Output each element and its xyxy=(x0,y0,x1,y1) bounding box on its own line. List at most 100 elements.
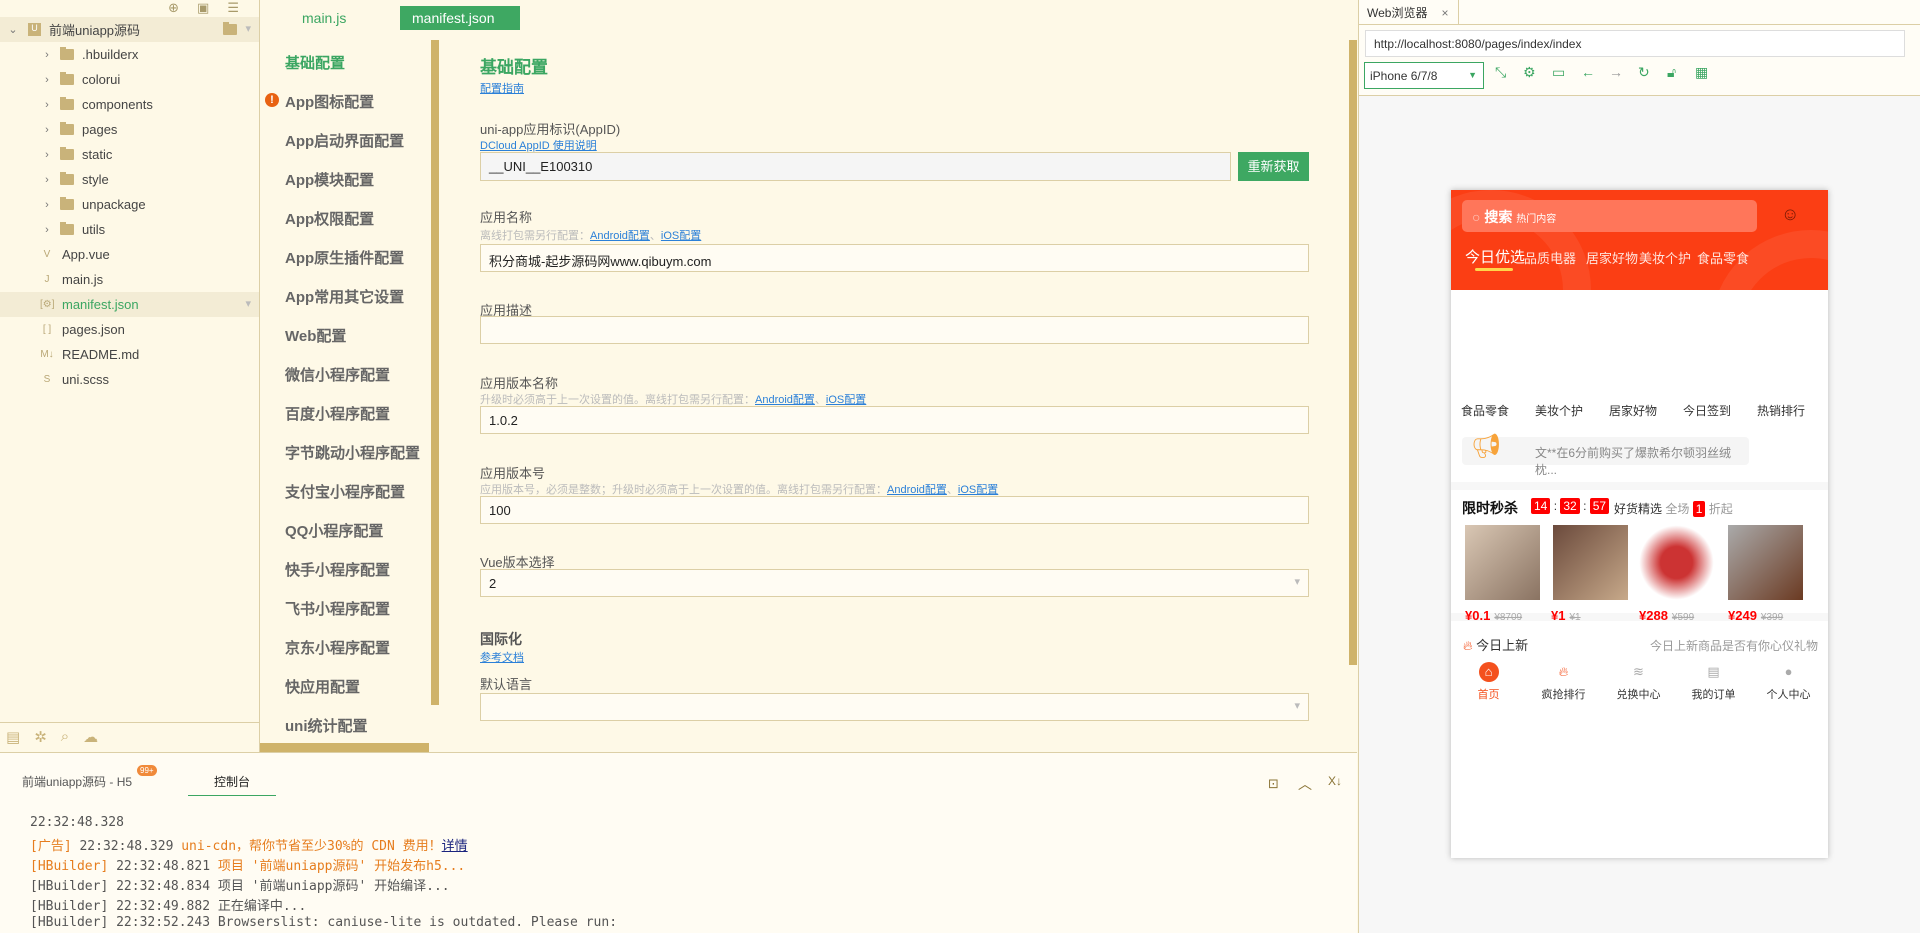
tree-item[interactable]: › unpackage xyxy=(0,192,259,217)
i18n-doc-link[interactable]: 参考文档 xyxy=(480,649,524,665)
tabbar-item[interactable]: ≋ 兑换中心 xyxy=(1601,662,1676,702)
tree-item[interactable]: › style xyxy=(0,167,259,192)
details-link[interactable]: 详情 xyxy=(442,839,468,854)
qrcode-icon[interactable]: ▦ xyxy=(1695,64,1708,81)
nav-scrollbar[interactable] xyxy=(431,40,439,705)
config-guide-link[interactable]: 配置指南 xyxy=(480,80,524,96)
chevron-up-icon[interactable]: ︿ xyxy=(1298,774,1312,794)
tree-item[interactable]: › colorui xyxy=(0,67,259,92)
product-image[interactable] xyxy=(1465,525,1540,600)
refresh-icon[interactable]: ↻ xyxy=(1638,64,1650,81)
tree-item[interactable]: › static xyxy=(0,142,259,167)
vue-version-select[interactable]: 2 xyxy=(480,569,1309,597)
search-bar[interactable]: ○ 搜索 热门内容 xyxy=(1462,200,1757,232)
android-config-link[interactable]: Android配置 xyxy=(755,394,815,406)
url-input[interactable]: http://localhost:8080/pages/index/index xyxy=(1365,30,1905,57)
config-nav-item[interactable]: 快应用配置 xyxy=(285,676,360,697)
product-image[interactable] xyxy=(1728,525,1803,600)
product-image[interactable] xyxy=(1639,525,1714,600)
good-picks[interactable]: 好货精选 全场 1 折起 xyxy=(1614,500,1733,517)
version-code-input[interactable]: 100 xyxy=(480,496,1309,524)
tree-item[interactable]: › .hbuilderx xyxy=(0,42,259,67)
config-nav-item[interactable]: 基础配置 xyxy=(285,52,345,73)
tree-item[interactable]: [ ] pages.json xyxy=(0,317,259,342)
category-item[interactable]: 今日签到 xyxy=(1683,402,1731,419)
config-nav-item[interactable]: Web配置 xyxy=(285,325,346,346)
tab-main-js[interactable]: main.js xyxy=(290,6,358,30)
tab-web-browser[interactable]: Web浏览器 × xyxy=(1359,0,1459,24)
phone-top-tab[interactable]: 食品零食 xyxy=(1697,248,1749,267)
tabbar-item[interactable]: ▤ 我的订单 xyxy=(1676,662,1751,702)
notice-bar[interactable]: 文**在6分前购买了爆款希尔顿羽丝绒枕... xyxy=(1462,437,1749,477)
phone-top-tab[interactable]: 美妆个护 xyxy=(1639,248,1691,267)
category-item[interactable]: 热销排行 xyxy=(1757,402,1805,419)
refresh-appid-button[interactable]: 重新获取 xyxy=(1238,152,1309,181)
tabbar-item[interactable]: ⌂ 首页 xyxy=(1451,662,1526,702)
tree-item[interactable]: Suni.scss xyxy=(0,367,259,392)
config-nav-item[interactable]: App模块配置 xyxy=(285,169,374,190)
collapse-icon[interactable]: ▣ xyxy=(197,0,209,16)
category-item[interactable]: 美妆个护 xyxy=(1535,402,1583,419)
default-language-select[interactable] xyxy=(480,693,1309,721)
close-icon[interactable]: × xyxy=(1441,6,1448,20)
config-nav-item[interactable]: App原生插件配置 xyxy=(285,247,404,268)
tree-item[interactable]: M↓ README.md xyxy=(0,342,259,367)
config-nav-item[interactable]: 飞书小程序配置 xyxy=(285,598,390,619)
tree-item[interactable]: V App.vue xyxy=(0,242,259,267)
console-icon[interactable]: ▭ xyxy=(1552,64,1565,81)
config-nav-item[interactable]: App常用其它设置 xyxy=(285,286,404,307)
tree-item[interactable]: › pages xyxy=(0,117,259,142)
phone-top-tab[interactable]: 品质电器 xyxy=(1524,248,1576,267)
phone-top-tab[interactable]: 居家好物 xyxy=(1586,248,1638,267)
config-nav-item[interactable]: App启动界面配置 xyxy=(285,130,404,151)
tab-console[interactable]: 控制台 xyxy=(188,773,276,796)
android-config-link[interactable]: Android配置 xyxy=(590,230,650,242)
app-name-input[interactable]: 积分商城-起步源码网www.qibuym.com xyxy=(480,244,1309,272)
search-icon[interactable]: ⌕ xyxy=(61,728,69,745)
ios-config-link[interactable]: iOS配置 xyxy=(958,484,998,496)
config-nav-item[interactable]: 微信小程序配置 xyxy=(285,364,390,385)
config-nav-item[interactable]: 快手小程序配置 xyxy=(285,559,390,580)
ios-config-link[interactable]: iOS配置 xyxy=(661,230,701,242)
version-name-input[interactable]: 1.0.2 xyxy=(480,406,1309,434)
tabbar-item[interactable]: ● 个人中心 xyxy=(1751,662,1826,702)
config-nav-item[interactable]: 百度小程序配置 xyxy=(285,403,390,424)
config-nav-item[interactable]: QQ小程序配置 xyxy=(285,520,383,541)
app-desc-input[interactable] xyxy=(480,316,1309,344)
tab-manifest-json[interactable]: manifest.json xyxy=(400,6,520,30)
form-scrollbar[interactable] xyxy=(1349,40,1357,665)
appid-input[interactable]: __UNI__E100310 xyxy=(480,152,1231,181)
customer-service-icon[interactable]: ☺ xyxy=(1781,204,1799,225)
clear-scroll-icon[interactable]: X↓ xyxy=(1328,774,1342,788)
ios-config-link[interactable]: iOS配置 xyxy=(826,394,866,406)
device-select[interactable]: iPhone 6/7/8 ▼ xyxy=(1364,62,1484,89)
config-nav-item[interactable]: uni统计配置 xyxy=(285,715,368,736)
config-nav-item[interactable]: 字节跳动小程序配置 xyxy=(285,442,420,463)
config-nav-item[interactable]: ! App图标配置 xyxy=(265,91,374,112)
debug-icon[interactable]: ✲ xyxy=(34,728,47,746)
cloud-icon[interactable]: ☁ xyxy=(83,728,98,746)
tree-item[interactable]: Jmain.js xyxy=(0,267,259,292)
product-image[interactable] xyxy=(1553,525,1628,600)
back-icon[interactable]: ← xyxy=(1581,64,1595,80)
android-config-link[interactable]: Android配置 xyxy=(887,484,947,496)
lock-icon[interactable]: 🔓︎ xyxy=(1667,64,1676,81)
tabbar-item[interactable]: 🔥︎ 疯抢排行 xyxy=(1526,662,1601,702)
tab-run-h5[interactable]: 前端uniapp源码 - H5 xyxy=(22,773,132,790)
phone-top-tab[interactable]: 今日优选 xyxy=(1465,246,1525,267)
config-nav-item[interactable]: 支付宝小程序配置 xyxy=(285,481,405,502)
project-root[interactable]: ⌄ U 前端uniapp源码 xyxy=(0,17,259,42)
screenshot-icon[interactable]: ⤡ xyxy=(1495,64,1506,81)
menu-icon[interactable]: ☰ xyxy=(227,0,239,16)
tree-item[interactable]: › utils xyxy=(0,217,259,242)
tree-item[interactable]: › components xyxy=(0,92,259,117)
config-nav-item[interactable]: 京东小程序配置 xyxy=(285,637,390,658)
appid-help-link[interactable]: DCloud AppID 使用说明 xyxy=(480,137,597,153)
config-nav-item[interactable]: App权限配置 xyxy=(285,208,374,229)
category-item[interactable]: 居家好物 xyxy=(1609,402,1657,419)
settings-icon[interactable]: ⚙ xyxy=(1523,64,1536,81)
locate-icon[interactable]: ⊕ xyxy=(168,0,179,16)
category-item[interactable]: 食品零食 xyxy=(1461,402,1509,419)
new-terminal-icon[interactable]: ⊡ xyxy=(1268,776,1279,792)
tree-item[interactable]: [⚙] manifest.json xyxy=(0,292,259,317)
